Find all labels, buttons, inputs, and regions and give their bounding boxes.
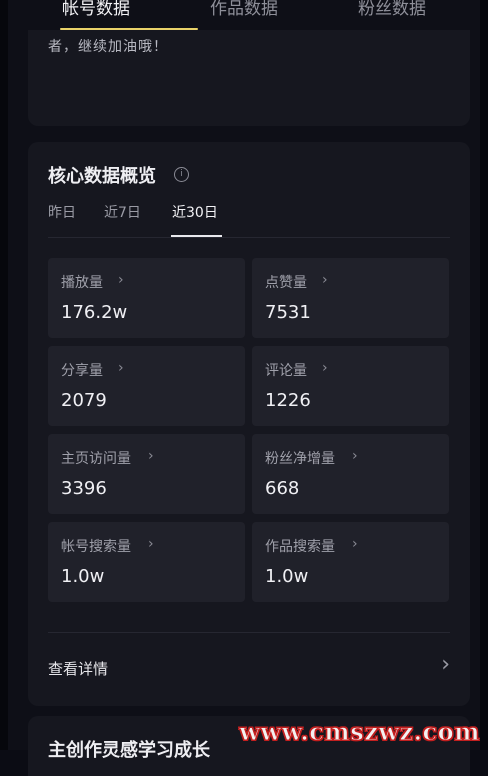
metric-card-net-followers[interactable]: 粉丝净增量 › 668 [252, 434, 449, 514]
metric-card-comments[interactable]: 评论量 › 1226 [252, 346, 449, 426]
divider [48, 632, 450, 633]
chevron-right-icon: › [148, 536, 154, 552]
chevron-right-icon: › [118, 360, 124, 376]
metric-label: 主页访问量 [61, 451, 131, 467]
metric-label: 评论量 [265, 363, 307, 379]
metric-value: 668 [265, 478, 300, 499]
chevron-right-icon: › [322, 360, 328, 376]
metric-value: 7531 [265, 302, 311, 323]
metric-card-account-searches[interactable]: 帐号搜索量 › 1.0w [48, 522, 245, 602]
chevron-right-icon: › [118, 272, 124, 288]
metric-label: 作品搜索量 [265, 539, 335, 555]
range-tab-7days[interactable]: 近7日 [104, 202, 141, 222]
metric-label: 点赞量 [265, 275, 307, 291]
data-tabs: 帐号数据 作品数据 粉丝数据 [24, 0, 464, 30]
chevron-right-icon: › [352, 448, 358, 464]
info-icon[interactable]: i [174, 167, 189, 182]
divider [48, 237, 450, 238]
watermark: www.cmszwz.com [239, 717, 480, 747]
metric-label: 分享量 [61, 363, 103, 379]
metric-value: 1.0w [265, 566, 309, 587]
metric-card-plays[interactable]: 播放量 › 176.2w [48, 258, 245, 338]
frame-edge-left [0, 0, 8, 750]
metric-card-shares[interactable]: 分享量 › 2079 [48, 346, 245, 426]
metric-value: 1.0w [61, 566, 105, 587]
chevron-right-icon: › [352, 536, 358, 552]
next-section-title: 主创作灵感学习成长 [48, 740, 210, 761]
chevron-right-icon: › [441, 652, 450, 677]
tab-fan-data[interactable]: 粉丝数据 [358, 0, 426, 19]
range-tab-yesterday[interactable]: 昨日 [48, 202, 76, 222]
metric-value: 3396 [61, 478, 107, 499]
chevron-right-icon: › [322, 272, 328, 288]
view-details-row[interactable]: 查看详情 › [48, 652, 450, 688]
summary-card: 者，继续加油哦！ [28, 30, 470, 126]
chevron-right-icon: › [148, 448, 154, 464]
metric-value: 176.2w [61, 302, 128, 323]
frame-edge-right [480, 0, 488, 750]
metric-label: 粉丝净增量 [265, 451, 335, 467]
metric-card-likes[interactable]: 点赞量 › 7531 [252, 258, 449, 338]
view-details-label: 查看详情 [48, 660, 109, 678]
metric-card-work-searches[interactable]: 作品搜索量 › 1.0w [252, 522, 449, 602]
core-data-overview-card: 核心数据概览 i 昨日 近7日 近30日 播放量 › 176.2w 点赞量 › … [28, 142, 470, 706]
metric-value: 1226 [265, 390, 311, 411]
range-tab-30days[interactable]: 近30日 [172, 202, 218, 222]
metric-card-profile-visits[interactable]: 主页访问量 › 3396 [48, 434, 245, 514]
metric-label: 播放量 [61, 275, 103, 291]
section-title: 核心数据概览 [48, 166, 156, 187]
metric-label: 帐号搜索量 [61, 539, 131, 555]
tab-work-data[interactable]: 作品数据 [210, 0, 278, 19]
metric-value: 2079 [61, 390, 107, 411]
tab-account-data[interactable]: 帐号数据 [62, 0, 130, 19]
encouragement-text: 者，继续加油哦！ [48, 39, 168, 55]
